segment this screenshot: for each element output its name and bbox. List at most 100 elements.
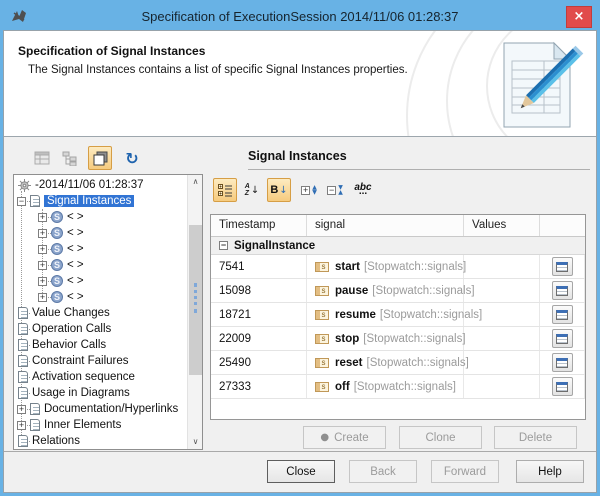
tree-view-button[interactable] — [58, 146, 82, 170]
document-icon — [18, 371, 28, 383]
tree-item-label: < > — [67, 211, 84, 223]
close-button[interactable]: Close — [267, 460, 335, 483]
table-view-button[interactable] — [30, 146, 54, 170]
tree-item-signal-node[interactable]: + S < > — [14, 257, 187, 273]
tree-item-signal-node[interactable]: + S < > — [14, 225, 187, 241]
table-row[interactable]: 22009 s stop [Stopwatch::signals] — [211, 327, 585, 351]
tree-item-signal-instances[interactable]: − Signal Instances — [14, 193, 187, 209]
edit-values-button[interactable] — [552, 281, 573, 300]
tree-scrollbar[interactable]: ∧ ∨ — [187, 175, 202, 449]
table-icon — [556, 310, 568, 320]
edit-values-button[interactable] — [552, 257, 573, 276]
show-properties-button[interactable] — [213, 178, 237, 202]
tree-item-constraint-failures[interactable]: Constraint Failures — [14, 353, 187, 369]
abc-icon: abc... — [354, 184, 371, 196]
table-row[interactable]: 18721 s resume [Stopwatch::signals] — [211, 303, 585, 327]
values-cell — [464, 351, 540, 374]
forward-button[interactable]: Forward — [431, 460, 499, 483]
tree-item-operation-calls[interactable]: Operation Calls — [14, 321, 187, 337]
down-up-arrows-icon: ▼▲ — [338, 185, 343, 195]
tree-item-label: < > — [67, 259, 84, 271]
window-title: Specification of ExecutionSession 2014/1… — [141, 9, 458, 24]
document-icon — [30, 419, 40, 431]
scroll-up-icon[interactable]: ∧ — [188, 175, 203, 189]
tree-item-behavior-calls[interactable]: Behavior Calls — [14, 337, 187, 353]
timestamp-cell: 22009 — [211, 327, 307, 350]
scrollbar-grip — [194, 283, 197, 313]
signal-cell: s stop [Stopwatch::signals] — [307, 327, 464, 350]
expand-nodes-button[interactable]: + ▲▼ — [297, 178, 321, 202]
signal-cell: s resume [Stopwatch::signals] — [307, 303, 464, 326]
timestamp-cell: 18721 — [211, 303, 307, 326]
tree-item-signal-node[interactable]: + S < > — [14, 241, 187, 257]
table-row[interactable]: 27333 s off [Stopwatch::signals] — [211, 375, 585, 399]
expand-expander[interactable]: + — [38, 277, 47, 286]
expand-expander[interactable]: + — [38, 261, 47, 270]
table-row[interactable]: 7541 s start [Stopwatch::signals] — [211, 255, 585, 279]
signal-cell: s start [Stopwatch::signals] — [307, 255, 464, 278]
delete-button[interactable]: Delete — [494, 426, 577, 449]
help-button[interactable]: Help — [516, 460, 584, 483]
sort-by-type-button[interactable]: B ↓ — [267, 178, 291, 202]
expand-icon: + — [301, 186, 310, 195]
table-icon — [556, 334, 568, 344]
expand-expander[interactable]: + — [17, 405, 26, 414]
signal-cell: s off [Stopwatch::signals] — [307, 375, 464, 398]
expand-expander[interactable]: + — [17, 421, 26, 430]
panel-heading: Signal Instances — [248, 149, 347, 163]
table-header: Timestamp signal Values — [211, 215, 585, 237]
tree-item-root[interactable]: -2014/11/06 01:28:37 — [14, 177, 187, 193]
expand-expander[interactable]: + — [38, 213, 47, 222]
scroll-down-icon[interactable]: ∨ — [188, 435, 203, 449]
column-header-values[interactable]: Values — [464, 215, 540, 236]
expand-expander[interactable]: + — [38, 229, 47, 238]
tree-item-label: Usage in Diagrams — [32, 387, 130, 399]
abc-filter-button[interactable]: abc... — [349, 178, 377, 202]
tree-item-signal-node[interactable]: + S < > — [14, 273, 187, 289]
group-row-signalinstance[interactable]: − SignalInstance — [211, 237, 585, 255]
close-icon[interactable]: × — [566, 6, 592, 28]
expand-expander[interactable]: + — [38, 245, 47, 254]
edit-values-button[interactable] — [552, 305, 573, 324]
timestamp-cell: 27333 — [211, 375, 307, 398]
edit-values-button[interactable] — [552, 353, 573, 372]
collapse-expander[interactable]: − — [219, 241, 228, 250]
tree-item-usage-in-diagrams[interactable]: Usage in Diagrams — [14, 385, 187, 401]
signal-instance-icon: S — [51, 211, 63, 223]
tree-item-signal-node[interactable]: + S < > — [14, 289, 187, 305]
banner-title: Specification of Signal Instances — [18, 44, 205, 58]
document-icon — [30, 403, 40, 415]
tree-item-label: Constraint Failures — [32, 355, 129, 367]
create-button[interactable]: ● Create — [303, 426, 386, 449]
table-row[interactable]: 25490 s reset [Stopwatch::signals] — [211, 351, 585, 375]
tree-item-label: < > — [67, 227, 84, 239]
windows-icon — [93, 151, 108, 166]
tree-item-relations[interactable]: Relations — [14, 433, 187, 449]
collapse-expander[interactable]: − — [17, 197, 26, 206]
standard-mode-button[interactable] — [88, 146, 112, 170]
tree-item-inner-elements[interactable]: + Inner Elements — [14, 417, 187, 433]
column-header-signal[interactable]: signal — [307, 215, 464, 236]
expand-expander[interactable]: + — [38, 293, 47, 302]
values-cell — [464, 255, 540, 278]
scrollbar-thumb[interactable] — [189, 225, 202, 375]
edit-values-button[interactable] — [552, 329, 573, 348]
edit-values-button[interactable] — [552, 377, 573, 396]
clone-button[interactable]: Clone — [399, 426, 482, 449]
collapse-nodes-button[interactable]: − ▼▲ — [323, 178, 347, 202]
tree-item-value-changes[interactable]: Value Changes — [14, 305, 187, 321]
signal-chip-icon: s — [315, 382, 329, 392]
refresh-button[interactable]: ↻ — [120, 146, 144, 170]
tree-item-documentation[interactable]: + Documentation/Hyperlinks — [14, 401, 187, 417]
timestamp-cell: 15098 — [211, 279, 307, 302]
table-row[interactable]: 15098 s pause [Stopwatch::signals] — [211, 279, 585, 303]
up-down-arrows-icon: ▲▼ — [312, 185, 317, 195]
back-button[interactable]: Back — [349, 460, 417, 483]
tree-item-signal-node[interactable]: + S < > — [14, 209, 187, 225]
tree-item-activation-sequence[interactable]: Activation sequence — [14, 369, 187, 385]
tree-item-label: < > — [67, 275, 84, 287]
tree-view-icon — [62, 151, 78, 166]
banner: Specification of Signal Instances The Si… — [4, 31, 596, 137]
sort-alphabetically-button[interactable]: AZ ↓ — [241, 178, 263, 202]
column-header-timestamp[interactable]: Timestamp — [211, 215, 307, 236]
